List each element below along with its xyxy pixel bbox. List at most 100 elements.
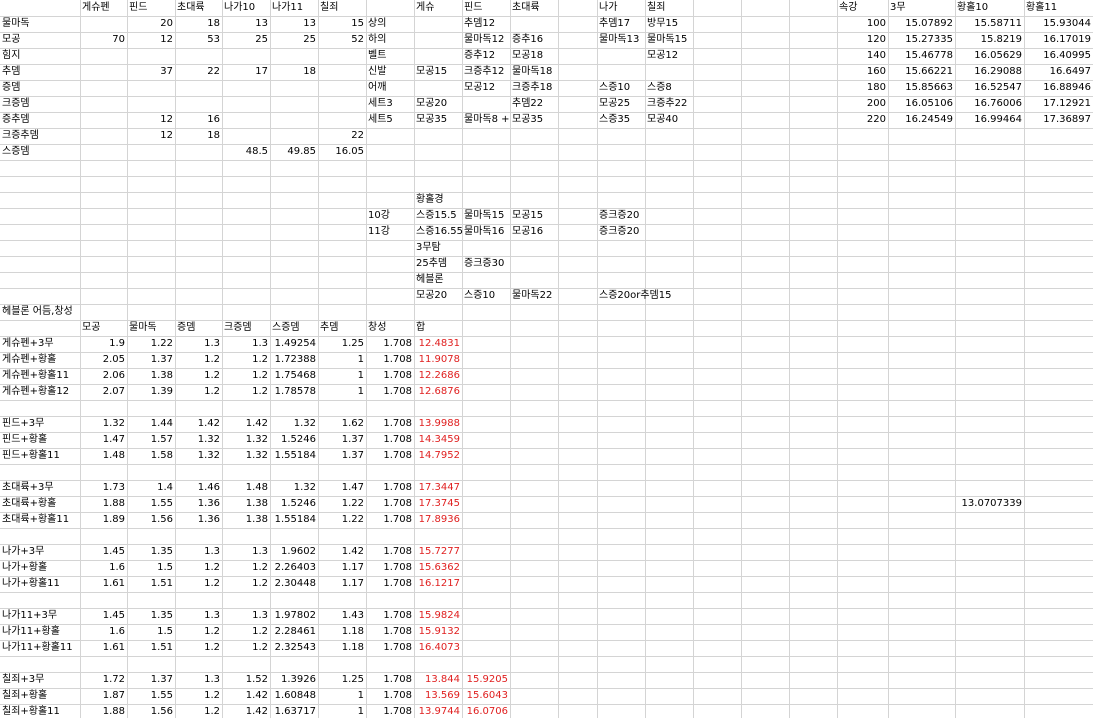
sheet-cell[interactable]: 15.58711 <box>955 16 1024 32</box>
sheet-cell[interactable]: 1.35 <box>127 608 175 624</box>
sheet-cell[interactable]: 헤블론 어듬,창성 <box>0 304 80 320</box>
sheet-cell[interactable]: 1.46 <box>175 480 222 496</box>
sheet-cell[interactable]: 16 <box>175 112 222 128</box>
sheet-cell[interactable]: 1.32 <box>270 480 318 496</box>
sheet-cell[interactable]: 1.3926 <box>270 672 318 688</box>
sheet-cell[interactable]: 1.2 <box>222 576 270 592</box>
sheet-cell[interactable]: 1.708 <box>366 688 414 704</box>
sheet-cell[interactable]: 17.3745 <box>414 496 462 512</box>
sheet-cell[interactable]: 1.36 <box>175 496 222 512</box>
sheet-cell[interactable]: 1.708 <box>366 576 414 592</box>
sheet-cell[interactable]: 칠죄+3무 <box>0 672 80 688</box>
sheet-cell[interactable]: 1.32 <box>175 448 222 464</box>
sheet-cell[interactable]: 13 <box>222 16 270 32</box>
sheet-cell[interactable]: 힘지 <box>0 48 80 64</box>
sheet-cell[interactable]: 49.85 <box>270 144 318 160</box>
sheet-cell[interactable]: 18 <box>270 64 318 80</box>
sheet-cell[interactable]: 모공35 <box>510 112 558 128</box>
sheet-cell[interactable]: 1.708 <box>366 560 414 576</box>
sheet-cell[interactable]: 1.3 <box>175 544 222 560</box>
sheet-cell[interactable]: 3무 <box>888 0 955 16</box>
sheet-cell[interactable]: 1.55184 <box>270 512 318 528</box>
sheet-cell[interactable]: 1.2 <box>175 624 222 640</box>
sheet-cell[interactable]: 12 <box>127 128 175 144</box>
sheet-cell[interactable]: 물마독 <box>0 16 80 32</box>
sheet-cell[interactable]: 증추16 <box>510 32 558 48</box>
sheet-cell[interactable]: 16.17019 <box>1024 32 1093 48</box>
sheet-cell[interactable]: 1 <box>318 688 366 704</box>
sheet-cell[interactable]: 물마독15 <box>462 208 510 224</box>
sheet-cell[interactable]: 모공 <box>0 32 80 48</box>
sheet-cell[interactable]: 25 <box>222 32 270 48</box>
sheet-cell[interactable]: 물마독18 <box>510 64 558 80</box>
sheet-cell[interactable]: 스증뎀 <box>0 144 80 160</box>
sheet-cell[interactable]: 1.708 <box>366 608 414 624</box>
sheet-cell[interactable]: 1.48 <box>80 448 127 464</box>
sheet-cell[interactable]: 추뎀 <box>318 320 366 336</box>
sheet-cell[interactable]: 1.45 <box>80 544 127 560</box>
sheet-cell[interactable]: 스증35 <box>597 112 645 128</box>
sheet-cell[interactable]: 신발 <box>366 64 414 80</box>
sheet-cell[interactable]: 200 <box>837 96 888 112</box>
sheet-cell[interactable]: 1.47 <box>80 432 127 448</box>
sheet-cell[interactable]: 1.32 <box>222 432 270 448</box>
sheet-cell[interactable]: 1.2 <box>222 384 270 400</box>
sheet-cell[interactable]: 1.3 <box>222 336 270 352</box>
sheet-cell[interactable]: 1.2 <box>175 576 222 592</box>
sheet-cell[interactable]: 15.85663 <box>888 80 955 96</box>
sheet-cell[interactable]: 나가+3무 <box>0 544 80 560</box>
sheet-cell[interactable]: 추뎀22 <box>510 96 558 112</box>
sheet-cell[interactable]: 1.51 <box>127 576 175 592</box>
sheet-cell[interactable]: 37 <box>127 64 175 80</box>
sheet-cell[interactable]: 초대륙+황홀 <box>0 496 80 512</box>
sheet-cell[interactable]: 1.42 <box>222 688 270 704</box>
sheet-cell[interactable]: 18 <box>175 128 222 144</box>
sheet-cell[interactable]: 22 <box>318 128 366 144</box>
sheet-cell[interactable]: 핀드+황홀 <box>0 432 80 448</box>
sheet-cell[interactable]: 칠죄+황홀 <box>0 688 80 704</box>
sheet-cell[interactable]: 1.89 <box>80 512 127 528</box>
sheet-cell[interactable]: 증뎀 <box>175 320 222 336</box>
sheet-cell[interactable]: 16.4073 <box>414 640 462 656</box>
sheet-cell[interactable]: 크증추12 <box>462 64 510 80</box>
sheet-cell[interactable]: 모공20 <box>414 288 462 304</box>
sheet-cell[interactable]: 크증뎀 <box>222 320 270 336</box>
sheet-cell[interactable]: 1.51 <box>127 640 175 656</box>
sheet-cell[interactable]: 1.708 <box>366 416 414 432</box>
sheet-cell[interactable]: 황홀경 <box>414 192 462 208</box>
sheet-cell[interactable]: 1.708 <box>366 336 414 352</box>
sheet-cell[interactable]: 모공16 <box>510 224 558 240</box>
sheet-cell[interactable]: 1.52 <box>222 672 270 688</box>
sheet-cell[interactable]: 1.5 <box>127 624 175 640</box>
sheet-cell[interactable]: 16.05106 <box>888 96 955 112</box>
sheet-cell[interactable]: 1.87 <box>80 688 127 704</box>
sheet-cell[interactable]: 초대륙+황홀11 <box>0 512 80 528</box>
sheet-cell[interactable]: 17 <box>222 64 270 80</box>
sheet-cell[interactable]: 1.44 <box>127 416 175 432</box>
sheet-cell[interactable]: 1.55 <box>127 688 175 704</box>
sheet-cell[interactable]: 1.42 <box>222 704 270 718</box>
sheet-cell[interactable]: 1.62 <box>318 416 366 432</box>
sheet-cell[interactable]: 70 <box>80 32 127 48</box>
sheet-cell[interactable]: 1.61 <box>80 640 127 656</box>
sheet-cell[interactable]: 1.708 <box>366 544 414 560</box>
sheet-cell[interactable]: 140 <box>837 48 888 64</box>
sheet-cell[interactable]: 16.29088 <box>955 64 1024 80</box>
sheet-cell[interactable]: 1.708 <box>366 672 414 688</box>
sheet-cell[interactable]: 합 <box>414 320 462 336</box>
sheet-cell[interactable]: 나가+황홀 <box>0 560 80 576</box>
sheet-cell[interactable]: 스증10 <box>597 80 645 96</box>
sheet-cell[interactable]: 모공12 <box>645 48 693 64</box>
sheet-cell[interactable]: 3무탐 <box>414 240 462 256</box>
sheet-cell[interactable]: 17.3447 <box>414 480 462 496</box>
sheet-cell[interactable]: 게슈펜+3무 <box>0 336 80 352</box>
sheet-cell[interactable]: 17.36897 <box>1024 112 1093 128</box>
sheet-cell[interactable]: 1.37 <box>318 448 366 464</box>
sheet-cell[interactable]: 16.6497 <box>1024 64 1093 80</box>
sheet-cell[interactable]: 모공35 <box>414 112 462 128</box>
sheet-cell[interactable]: 게슈펜+황홀 <box>0 352 80 368</box>
sheet-cell[interactable]: 15.6043 <box>462 688 510 704</box>
sheet-cell[interactable]: 1.49254 <box>270 336 318 352</box>
sheet-cell[interactable]: 1.61 <box>80 576 127 592</box>
sheet-cell[interactable]: 15.9205 <box>462 672 510 688</box>
